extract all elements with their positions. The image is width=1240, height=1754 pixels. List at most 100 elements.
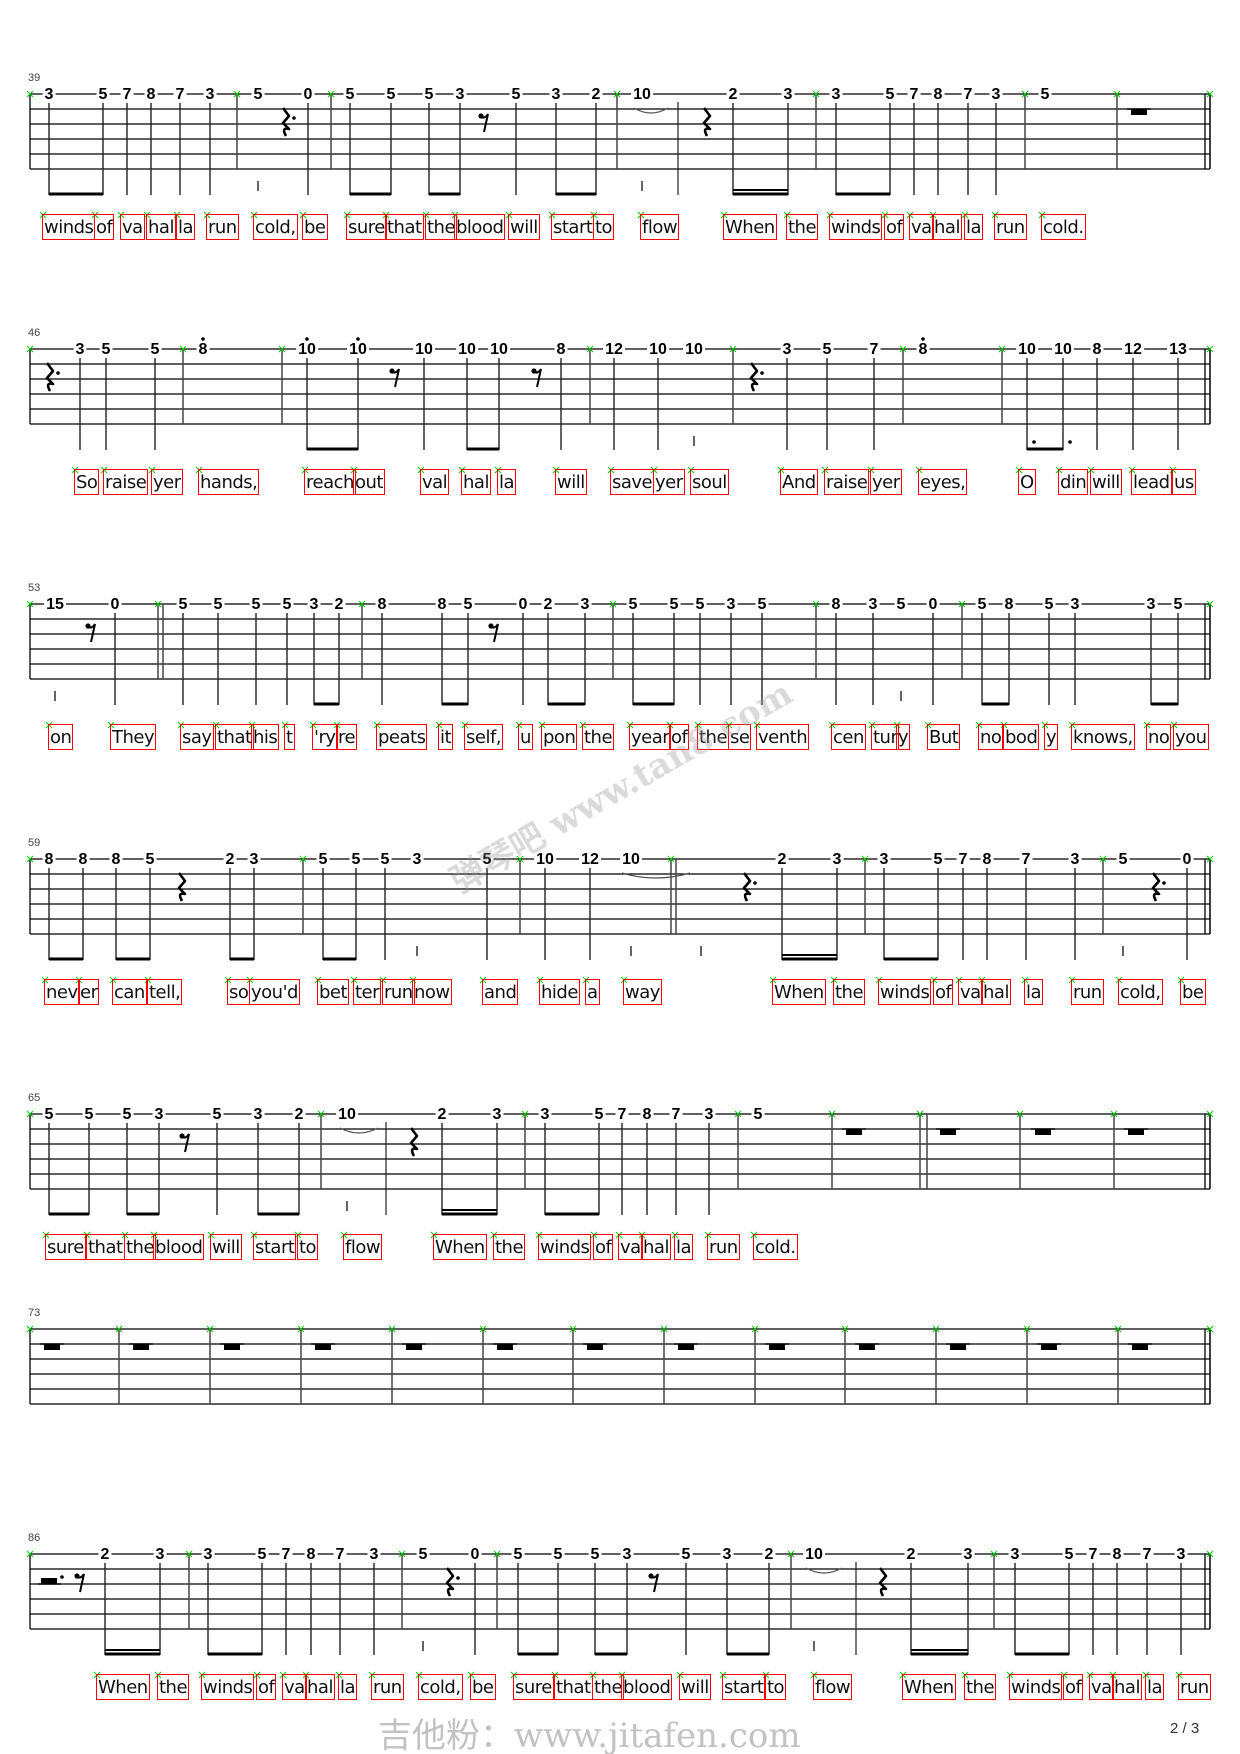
- whole-rest-icon: [315, 1344, 331, 1350]
- fret-number: 3: [830, 851, 844, 868]
- fret-number: 7: [961, 86, 975, 103]
- rest-dot-icon: [456, 1576, 460, 1580]
- lyric-syllable: the: [425, 214, 458, 240]
- fret-number: 5: [679, 1546, 693, 1563]
- lyric-syllable: will: [555, 469, 587, 495]
- fret-number: 8: [829, 596, 843, 613]
- lyric-syllable: And: [780, 469, 818, 495]
- fret-number: 2: [292, 1106, 306, 1123]
- eighth-rest-icon: [181, 1133, 190, 1153]
- fret-number: 3: [42, 86, 56, 103]
- whole-rest-icon: [1132, 1344, 1148, 1350]
- fret-number: 10: [631, 86, 653, 103]
- fret-number: 3: [490, 1106, 504, 1123]
- lyric-syllable: yer: [870, 469, 902, 495]
- lyric-syllable: They: [110, 724, 157, 750]
- lyric-syllable: hal: [641, 1234, 671, 1260]
- fret-number: 8: [109, 851, 123, 868]
- fret-number: 5: [280, 596, 294, 613]
- lyric-syllable: be: [1180, 979, 1206, 1005]
- lyric-syllable: a: [585, 979, 600, 1005]
- fret-number: 0: [108, 596, 122, 613]
- lyric-syllable: va: [1089, 1674, 1114, 1700]
- lyric-syllable: to: [593, 214, 615, 240]
- half-rest-icon: [41, 1578, 57, 1584]
- whole-rest-icon: [587, 1344, 603, 1350]
- lyric-syllable: it: [438, 724, 454, 750]
- lyric-syllable: y: [896, 724, 911, 750]
- fret-number: 5: [378, 851, 392, 868]
- fret-number: 10: [683, 341, 705, 358]
- lyric-syllable: When: [902, 1674, 956, 1700]
- fret-number: 7: [1140, 1546, 1154, 1563]
- lyric-syllable: the: [592, 1674, 625, 1700]
- quarter-rest-icon: [742, 872, 752, 902]
- lyric-syllable: his: [251, 724, 280, 750]
- fret-number: 0: [1180, 851, 1194, 868]
- measure-number: 86: [28, 1532, 41, 1544]
- fret-number: 3: [829, 86, 843, 103]
- fret-number: 7: [669, 1106, 683, 1123]
- fret-number: 5: [42, 1106, 56, 1123]
- quarter-rest-icon: [45, 362, 55, 392]
- eighth-rest-icon: [490, 623, 499, 643]
- measure-number: 46: [28, 327, 41, 339]
- fret-number: 5: [1062, 1546, 1076, 1563]
- quarter-rest-icon: [281, 107, 291, 137]
- page-number: 2 / 3: [1170, 1720, 1200, 1737]
- fret-number: 3: [1068, 851, 1082, 868]
- fret-number: 3: [578, 596, 592, 613]
- measure-number: 65: [28, 1092, 41, 1104]
- fret-number: 12: [579, 851, 601, 868]
- lyric-syllable: will: [679, 1674, 711, 1700]
- fret-number: 2: [775, 851, 789, 868]
- fret-number: 0: [301, 86, 315, 103]
- watermark-jitafen: 吉他粉：www.jitafen.com: [378, 1716, 801, 1754]
- fret-number: 5: [511, 1546, 525, 1563]
- fret-number: 2: [589, 86, 603, 103]
- fret-number: 7: [1019, 851, 1033, 868]
- fret-number: 3: [702, 1106, 716, 1123]
- fret-number: 5: [422, 86, 436, 103]
- fret-number: 3: [989, 86, 1003, 103]
- lyric-syllable: bod: [1003, 724, 1040, 750]
- fret-number: 5: [931, 851, 945, 868]
- lyric-syllable: blood: [621, 1674, 673, 1700]
- lyric-syllable: out: [353, 469, 385, 495]
- fret-number: 7: [907, 86, 921, 103]
- lyric-syllable: start: [253, 1234, 297, 1260]
- fret-number: 3: [724, 596, 738, 613]
- fret-number: 5: [416, 1546, 430, 1563]
- fret-number: 10: [488, 341, 510, 358]
- fret-number: 3: [866, 596, 880, 613]
- fret-number: 8: [916, 341, 930, 358]
- fret-number: 7: [120, 86, 134, 103]
- lyric-syllable: va: [618, 1234, 643, 1260]
- lyric-syllable: knows,: [1071, 724, 1135, 750]
- lyric-syllable: now: [412, 979, 452, 1005]
- lyric-syllable: cold,: [253, 214, 298, 240]
- lyric-syllable: flow: [813, 1674, 853, 1700]
- fret-number: 2: [762, 1546, 776, 1563]
- fret-number: 10: [1016, 341, 1038, 358]
- fret-number: 5: [509, 86, 523, 103]
- lyric-syllable: la: [338, 1674, 358, 1700]
- lyric-syllable: run: [994, 214, 1027, 240]
- lyric-syllable: on: [48, 724, 74, 750]
- lyric-syllable: to: [297, 1234, 319, 1260]
- lyric-syllable: save: [610, 469, 655, 495]
- lyric-syllable: y: [1044, 724, 1059, 750]
- fret-number: 5: [1038, 86, 1052, 103]
- tablature-staves: [26, 90, 1214, 1679]
- lyric-syllable: no: [978, 724, 1004, 750]
- fret-number: 5: [626, 596, 640, 613]
- whole-rest-icon: [950, 1344, 966, 1350]
- lyric-syllable: say: [180, 724, 214, 750]
- whole-rest-icon: [406, 1344, 422, 1350]
- lyric-syllable: the: [124, 1234, 157, 1260]
- lyric-syllable: way: [623, 979, 662, 1005]
- lyric-syllable: lead: [1131, 469, 1172, 495]
- fret-number: 5: [148, 341, 162, 358]
- lyric-syllable: of: [933, 979, 954, 1005]
- fret-number: 10: [647, 341, 669, 358]
